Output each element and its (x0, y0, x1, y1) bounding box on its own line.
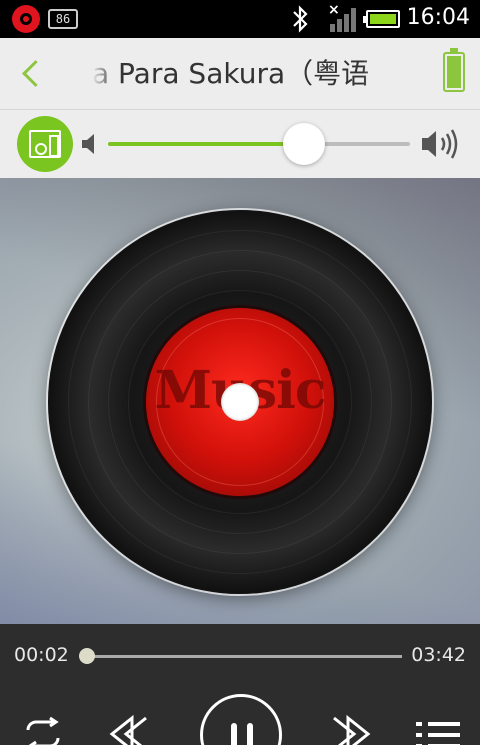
next-icon[interactable] (328, 714, 374, 745)
status-battery-icon (363, 10, 400, 28)
signal-icon: × (326, 2, 356, 32)
seek-thumb[interactable] (79, 648, 96, 664)
beats-icon (12, 5, 40, 33)
status-bar: 86 × 16:04 (0, 0, 480, 38)
status-time: 16:04 (406, 5, 470, 30)
volume-thumb[interactable] (283, 123, 326, 165)
pause-icon[interactable] (200, 694, 282, 745)
notification-badge: 86 (48, 9, 78, 29)
speaker-icon[interactable] (17, 116, 73, 172)
repeat-icon[interactable] (20, 716, 66, 745)
title-bar: a Para Sakura（粤语 (0, 38, 480, 110)
total-time: 03:42 (411, 644, 466, 666)
song-title: a Para Sakura（粤语 (92, 52, 392, 96)
current-time: 00:02 (14, 644, 69, 666)
back-icon[interactable] (12, 52, 52, 96)
disc-label: Music (146, 308, 334, 496)
seek-bar[interactable] (79, 648, 402, 664)
player-controls: 00:02 03:42 (0, 624, 480, 745)
volume-low-icon[interactable] (80, 132, 100, 156)
album-art: Music (0, 178, 480, 624)
playlist-icon[interactable] (416, 718, 460, 745)
bluetooth-icon (290, 4, 312, 40)
disc-spindle-hole (221, 383, 259, 421)
previous-icon[interactable] (106, 714, 152, 745)
vinyl-disc: Music (48, 210, 432, 594)
volume-bar (0, 110, 480, 178)
battery-icon (443, 48, 465, 92)
volume-slider[interactable] (108, 123, 410, 165)
volume-high-icon[interactable] (420, 126, 460, 162)
volume-fill (108, 142, 305, 146)
